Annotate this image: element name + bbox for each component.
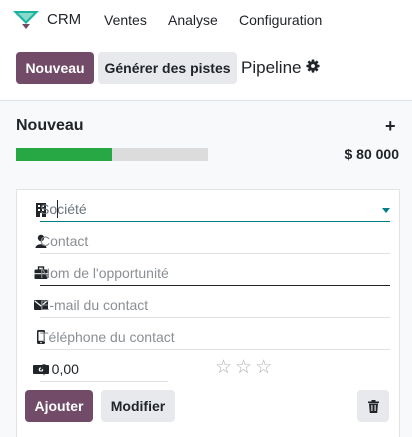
email-field[interactable]: E-mail du contact — [40, 292, 390, 318]
new-button[interactable]: Nouveau — [16, 52, 94, 84]
company-input[interactable]: Société — [40, 201, 87, 217]
column-title: Nouveau — [16, 117, 84, 134]
progress-won-segment[interactable] — [16, 148, 112, 161]
menu-configuration[interactable]: Configuration — [239, 12, 322, 28]
star-icon[interactable]: ☆ — [255, 358, 272, 377]
menu-analyse[interactable]: Analyse — [168, 12, 218, 28]
revenue-field[interactable]: $ 0,00 — [40, 356, 168, 382]
discard-button[interactable] — [357, 390, 389, 422]
priority-widget: ☆ ☆ ☆ — [215, 358, 272, 377]
contact-field-underline — [40, 253, 390, 254]
column-total-amount: $ 80 000 — [344, 146, 400, 162]
gear-icon[interactable] — [306, 59, 320, 73]
app-name[interactable]: CRM — [47, 11, 81, 28]
contact-input[interactable]: Contact — [40, 233, 88, 249]
text-cursor — [57, 200, 58, 218]
add-button[interactable]: Ajouter — [25, 390, 93, 422]
menu-ventes[interactable]: Ventes — [104, 12, 147, 28]
edit-button[interactable]: Modifier — [101, 390, 175, 422]
phone-field-underline — [40, 349, 390, 350]
email-input[interactable]: E-mail du contact — [40, 297, 148, 313]
company-field[interactable]: Société — [40, 196, 390, 222]
crm-logo-icon[interactable] — [13, 11, 39, 29]
phone-field[interactable]: Téléphone du contact — [40, 324, 390, 350]
phone-input[interactable]: Téléphone du contact — [40, 329, 175, 345]
opportunity-field[interactable]: Nom de l'opportunité — [40, 260, 390, 286]
column-progress-bar[interactable] — [16, 148, 208, 161]
star-icon[interactable]: ☆ — [215, 358, 232, 377]
add-to-column-icon[interactable]: + — [385, 116, 396, 137]
star-icon[interactable]: ☆ — [235, 358, 252, 377]
top-navbar: CRM Ventes Analyse Configuration — [0, 0, 412, 40]
company-field-underline — [40, 221, 390, 222]
contact-field[interactable]: Contact — [40, 228, 390, 254]
generate-leads-button[interactable]: Générer des pistes — [98, 52, 237, 84]
trash-icon — [367, 399, 379, 413]
email-field-underline — [40, 317, 390, 318]
chevron-down-icon[interactable] — [382, 208, 390, 213]
view-title: Pipeline — [241, 58, 302, 77]
opportunity-field-underline — [40, 285, 390, 286]
revenue-input[interactable]: $ 0,00 — [40, 361, 79, 377]
opportunity-input[interactable]: Nom de l'opportunité — [40, 265, 169, 281]
revenue-field-underline — [40, 381, 168, 382]
